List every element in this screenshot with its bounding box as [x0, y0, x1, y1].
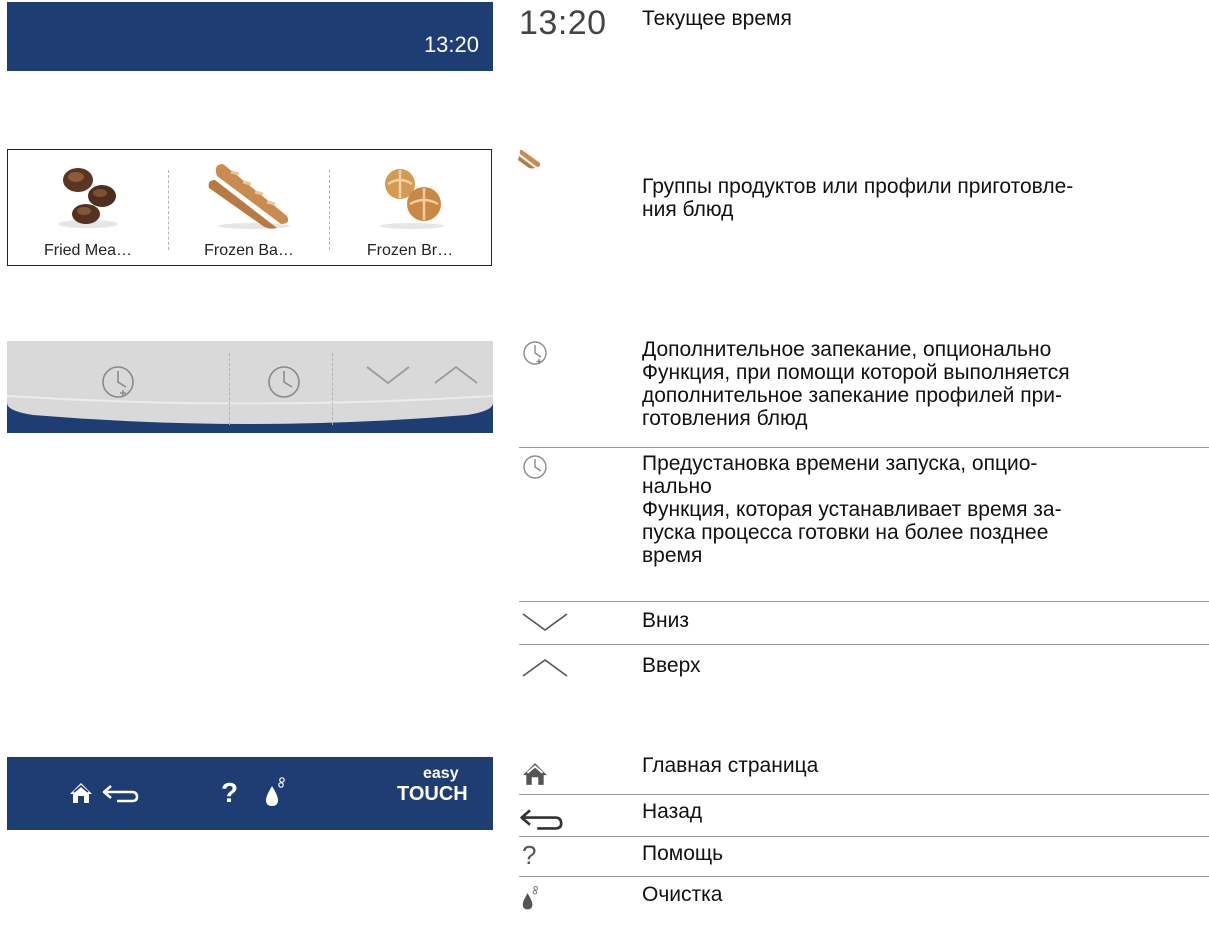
cleaning-drop-icon[interactable] — [263, 776, 287, 808]
back-arrow-icon[interactable] — [102, 784, 140, 804]
clock-time: 13:20 — [423, 32, 479, 57]
legend-home-text: Главная страница — [642, 754, 819, 777]
frozen-baguette-image — [208, 164, 290, 229]
legend-down-text: Вниз — [642, 609, 689, 632]
legend-start-preset-text: Предустановка времени запуска, опцио- на… — [642, 452, 1062, 567]
divider — [229, 353, 230, 425]
legend-clean-text: Очистка — [642, 883, 723, 906]
bottom-navigation-bar: ? easy TOUCH — [7, 757, 493, 830]
legend-divider — [519, 794, 1209, 795]
start-time-preset-clock-icon[interactable] — [265, 363, 303, 401]
legend-divider — [519, 836, 1209, 837]
legend-time-text: Текущее время — [642, 7, 792, 30]
legend-divider — [519, 644, 1209, 645]
legend-up-text: Вверх — [642, 654, 701, 677]
cooking-function-bar — [7, 341, 493, 433]
chevron-down-icon[interactable] — [364, 363, 412, 387]
chevron-up-icon[interactable] — [432, 363, 480, 387]
legend-divider — [519, 447, 1209, 448]
start-time-preset-clock-icon — [523, 455, 547, 479]
legend-back-text: Назад — [642, 800, 703, 823]
chevron-down-icon — [522, 613, 568, 631]
help-icon[interactable]: ? — [221, 777, 238, 809]
home-icon[interactable] — [69, 782, 93, 804]
legend-divider — [519, 601, 1209, 602]
back-arrow-icon — [520, 809, 563, 830]
post-baking-clock-icon — [523, 341, 547, 365]
header-clock-bar: 13:20 — [7, 2, 493, 71]
help-icon: ? — [522, 840, 537, 870]
divider — [332, 353, 333, 425]
product-label: Fried Mea… — [43, 242, 133, 259]
easytouch-logo: easy TOUCH — [397, 765, 468, 805]
product-label: Frozen Br… — [366, 242, 454, 259]
product-tile-fried-meatballs[interactable]: Fried Mea… — [8, 150, 168, 265]
chevron-up-icon — [522, 659, 568, 677]
product-tile-frozen-baguette[interactable]: Frozen Ba… — [169, 150, 329, 265]
function-bar-background — [7, 341, 493, 433]
product-label: Frozen Ba… — [204, 242, 294, 259]
legend-help-text: Помощь — [642, 842, 724, 865]
cleaning-drop-icon — [522, 885, 538, 910]
legend-time-symbol: 13:20 — [519, 4, 607, 42]
home-icon — [523, 763, 547, 785]
fried-meatballs-image — [58, 168, 118, 228]
product-group-icon — [518, 149, 541, 169]
product-group-strip: Fried Mea… Frozen Ba… Frozen Br… — [7, 149, 492, 266]
post-baking-clock-icon[interactable] — [99, 363, 137, 401]
legend-divider — [519, 876, 1209, 877]
legend-post-baking-text: Дополнительное запекание, опционально Фу… — [642, 338, 1070, 430]
frozen-bread-rolls-image — [380, 169, 444, 229]
legend-groups-text: Группы продуктов или профили приготовле-… — [642, 175, 1074, 221]
product-tile-frozen-bread-rolls[interactable]: Frozen Br… — [330, 150, 490, 265]
